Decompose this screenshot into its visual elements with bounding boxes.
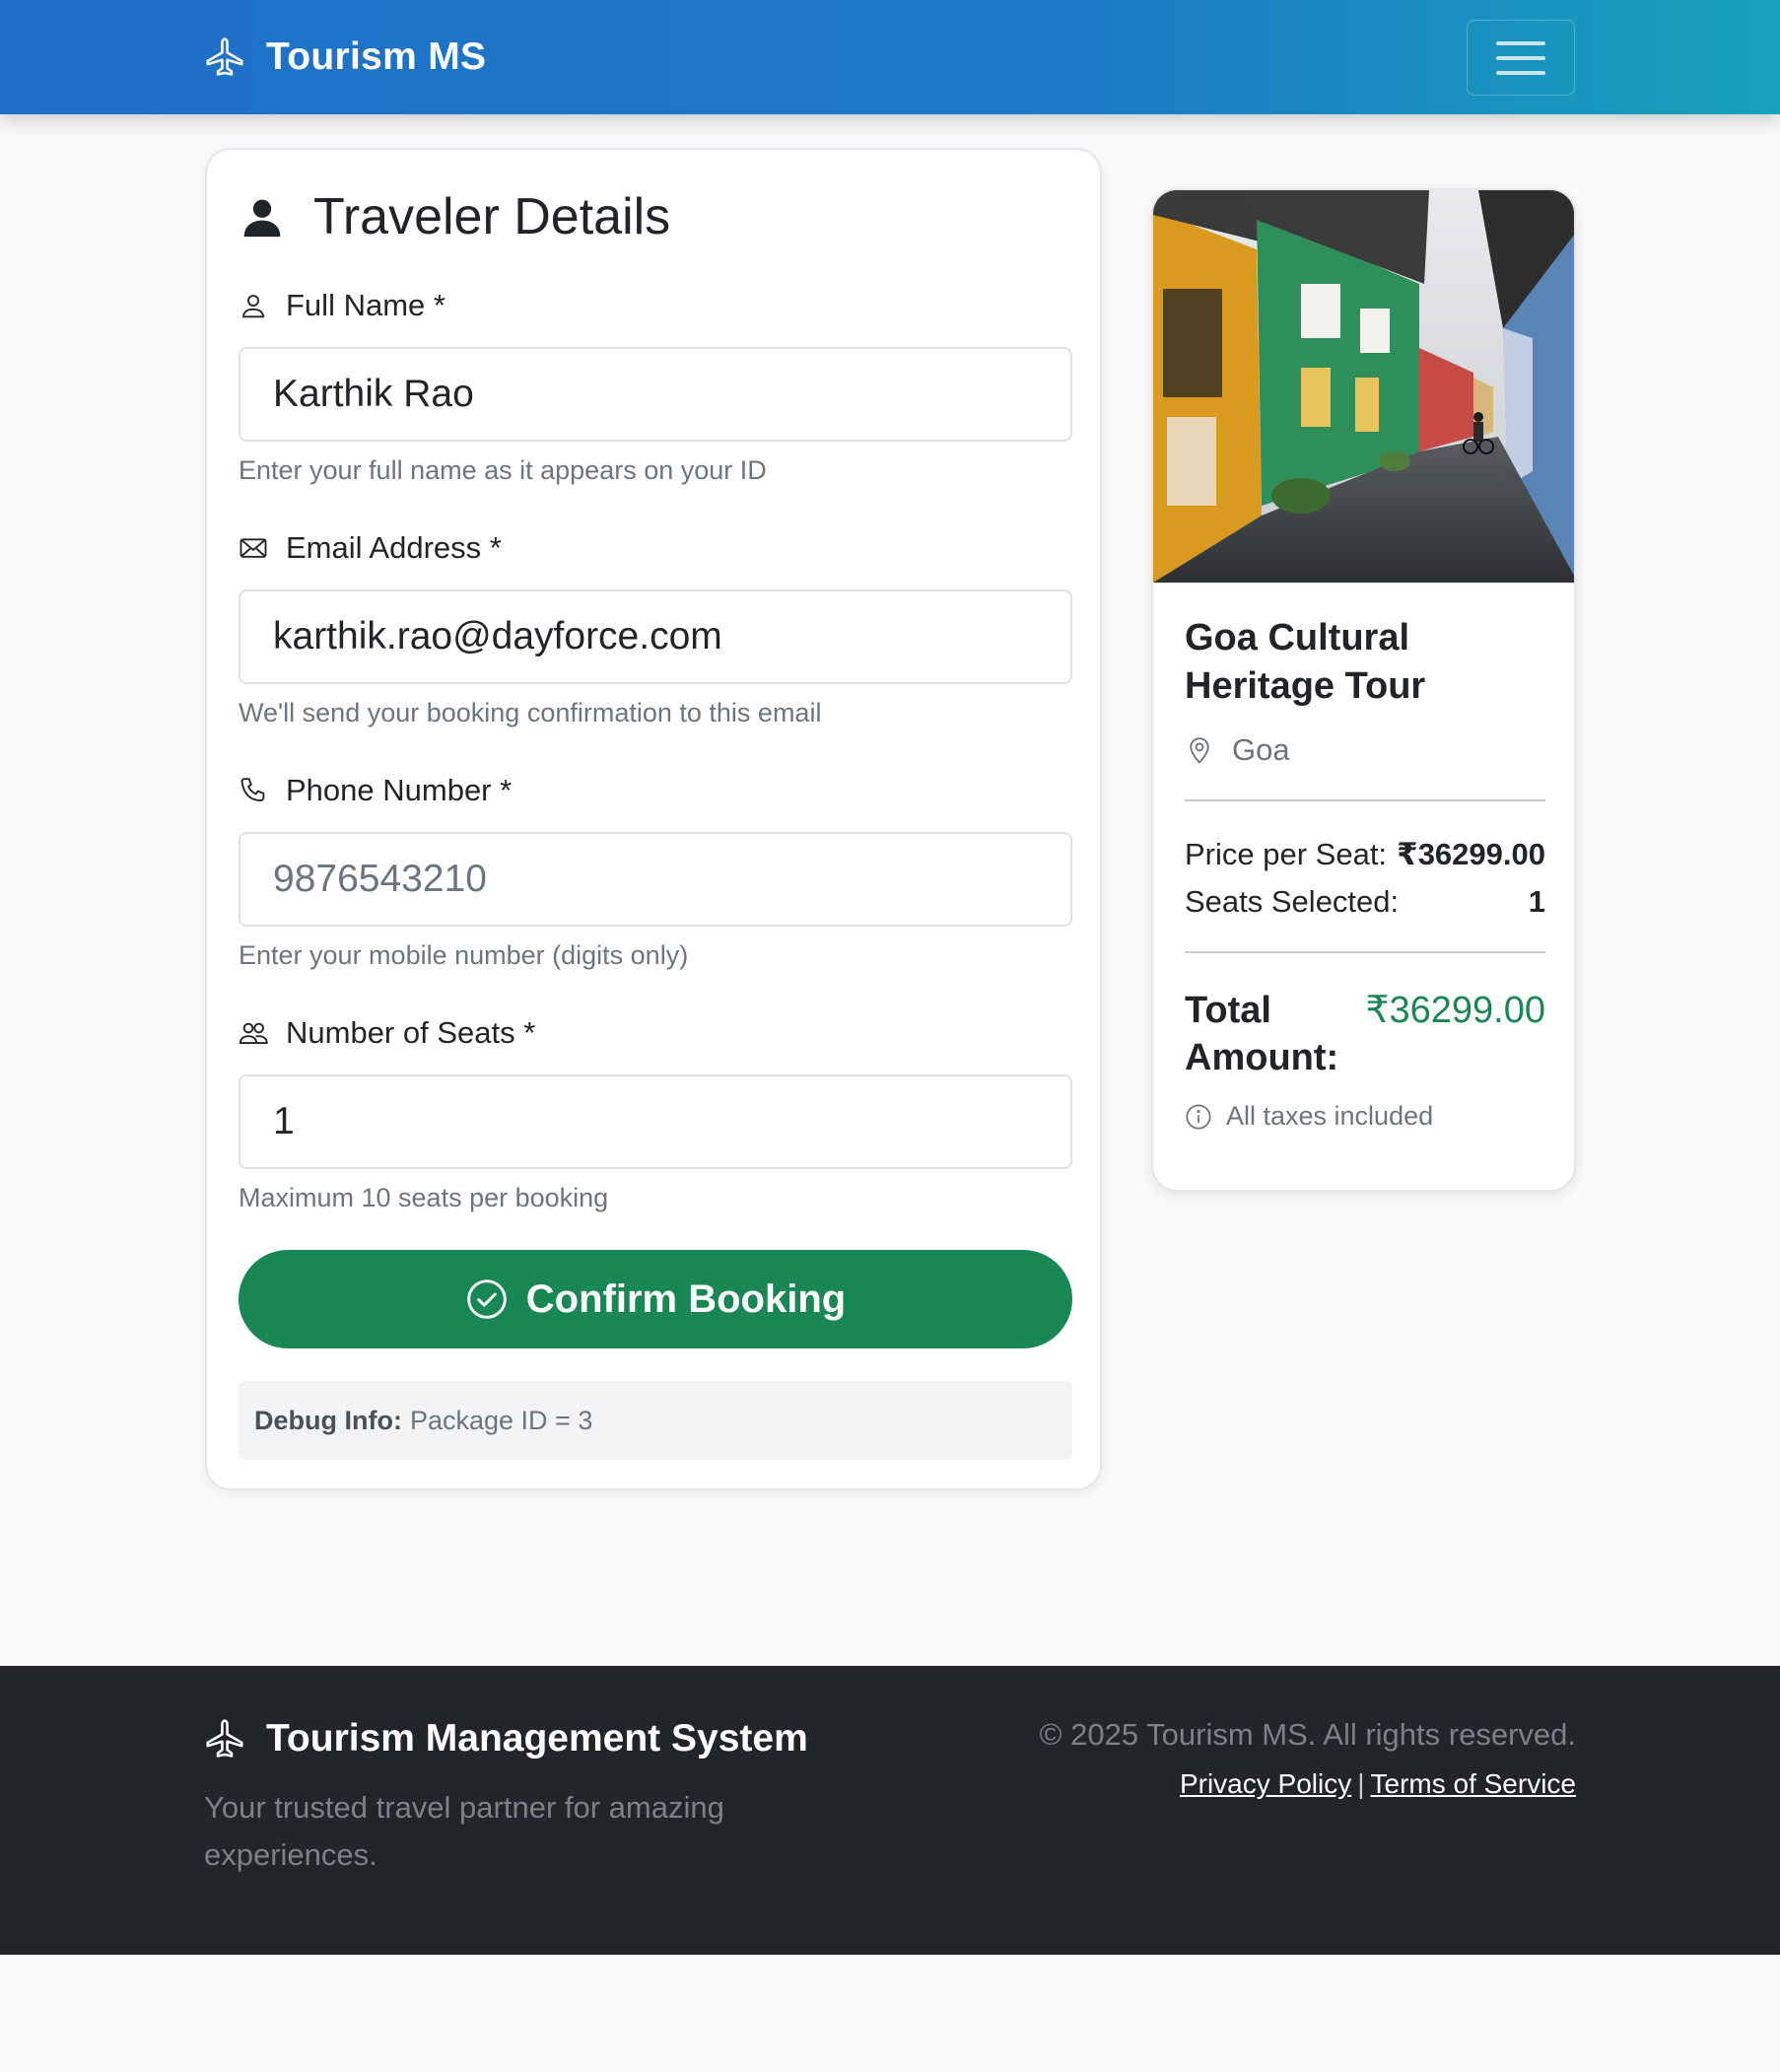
divider xyxy=(1185,799,1545,801)
seats-label: Number of Seats * xyxy=(239,1013,1072,1053)
traveler-details-card: Traveler Details Full Name * Karthik Rao… xyxy=(205,148,1102,1490)
confirm-booking-button[interactable]: Confirm Booking xyxy=(239,1250,1072,1348)
phone-group: Phone Number * 9876543210 Enter your mob… xyxy=(239,771,1072,971)
geo-pin-icon xyxy=(1190,737,1209,764)
person-icon xyxy=(242,295,264,318)
package-location: Goa xyxy=(1185,732,1545,768)
email-group: Email Address * karthik.rao@dayforce.com… xyxy=(239,528,1072,728)
phone-help: Enter your mobile number (digits only) xyxy=(239,940,689,970)
footer: Tourism Management System Your trusted t… xyxy=(0,1666,1780,1955)
seats-input[interactable]: 1 xyxy=(239,1074,1072,1169)
people-icon xyxy=(239,1022,268,1044)
form-header: Traveler Details xyxy=(240,187,670,246)
airplane-icon xyxy=(206,1719,243,1758)
navbar: Tourism MS xyxy=(0,0,1780,114)
terms-of-service-link[interactable]: Terms of Service xyxy=(1371,1768,1577,1799)
seats-group: Number of Seats * 1 Maximum 10 seats per… xyxy=(239,1013,1072,1213)
seats-help: Maximum 10 seats per booking xyxy=(239,1183,609,1212)
total-value: ₹36299.00 xyxy=(1365,990,1545,1031)
menu-toggle-button[interactable] xyxy=(1467,20,1575,96)
full-name-input[interactable]: Karthik Rao xyxy=(239,347,1072,442)
full-name-help: Enter your full name as it appears on yo… xyxy=(239,455,767,485)
confirm-booking-label: Confirm Booking xyxy=(525,1277,847,1321)
person-fill-icon xyxy=(243,199,281,238)
info-circle-icon xyxy=(1186,1103,1211,1130)
seats-selected-row: Seats Selected: 1 xyxy=(1185,878,1545,926)
price-per-seat-row: Price per Seat: ₹36299.00 xyxy=(1185,831,1545,878)
envelope-icon xyxy=(240,538,267,558)
brand-name: Tourism MS xyxy=(266,35,487,78)
tax-note: All taxes included xyxy=(1185,1101,1545,1132)
seats-selected-value: 1 xyxy=(1528,884,1545,919)
check-circle-icon xyxy=(466,1279,507,1319)
total-label: Total Amount: xyxy=(1185,990,1339,1078)
total-row: Total Amount: ₹36299.00 xyxy=(1185,987,1545,1081)
full-name-group: Full Name * Karthik Rao Enter your full … xyxy=(239,286,1072,486)
phone-input[interactable]: 9876543210 xyxy=(239,832,1072,927)
full-name-label: Full Name * xyxy=(239,286,1072,325)
footer-links: Privacy Policy | Terms of Service xyxy=(1179,1768,1577,1799)
package-title: Goa Cultural Heritage Tour xyxy=(1185,617,1426,707)
phone-icon xyxy=(240,778,265,801)
divider xyxy=(1185,951,1545,953)
email-input[interactable]: karthik.rao@dayforce.com xyxy=(239,589,1072,684)
package-image xyxy=(1153,190,1574,583)
price-per-seat-value: ₹36299.00 xyxy=(1397,837,1545,871)
debug-label: Debug Info: xyxy=(254,1405,402,1435)
footer-brand-name: Tourism Management System xyxy=(266,1717,808,1760)
package-details: Goa Cultural Heritage Tour Goa Price per… xyxy=(1185,614,1545,1132)
airplane-icon xyxy=(206,37,243,76)
debug-info: Debug Info: Package ID = 3 xyxy=(239,1381,1072,1460)
debug-text: Package ID = 3 xyxy=(409,1405,593,1435)
footer-tagline: Your trusted travel partner for amazing … xyxy=(204,1790,724,1872)
footer-copyright: © 2025 Tourism MS. All rights reserved. xyxy=(1039,1717,1576,1752)
form-title: Traveler Details xyxy=(313,188,671,245)
menu-icon xyxy=(1496,40,1545,45)
price-breakdown: Price per Seat: ₹36299.00 Seats Selected… xyxy=(1185,831,1545,926)
email-help: We'll send your booking confirmation to … xyxy=(239,698,822,727)
footer-brand: Tourism Management System xyxy=(203,1717,808,1761)
phone-label: Phone Number * xyxy=(239,771,1072,810)
email-label: Email Address * xyxy=(239,528,1072,568)
package-summary-card: Goa Cultural Heritage Tour Goa Price per… xyxy=(1151,188,1576,1192)
privacy-policy-link[interactable]: Privacy Policy xyxy=(1180,1768,1351,1799)
navbar-brand[interactable]: Tourism MS xyxy=(203,35,486,79)
